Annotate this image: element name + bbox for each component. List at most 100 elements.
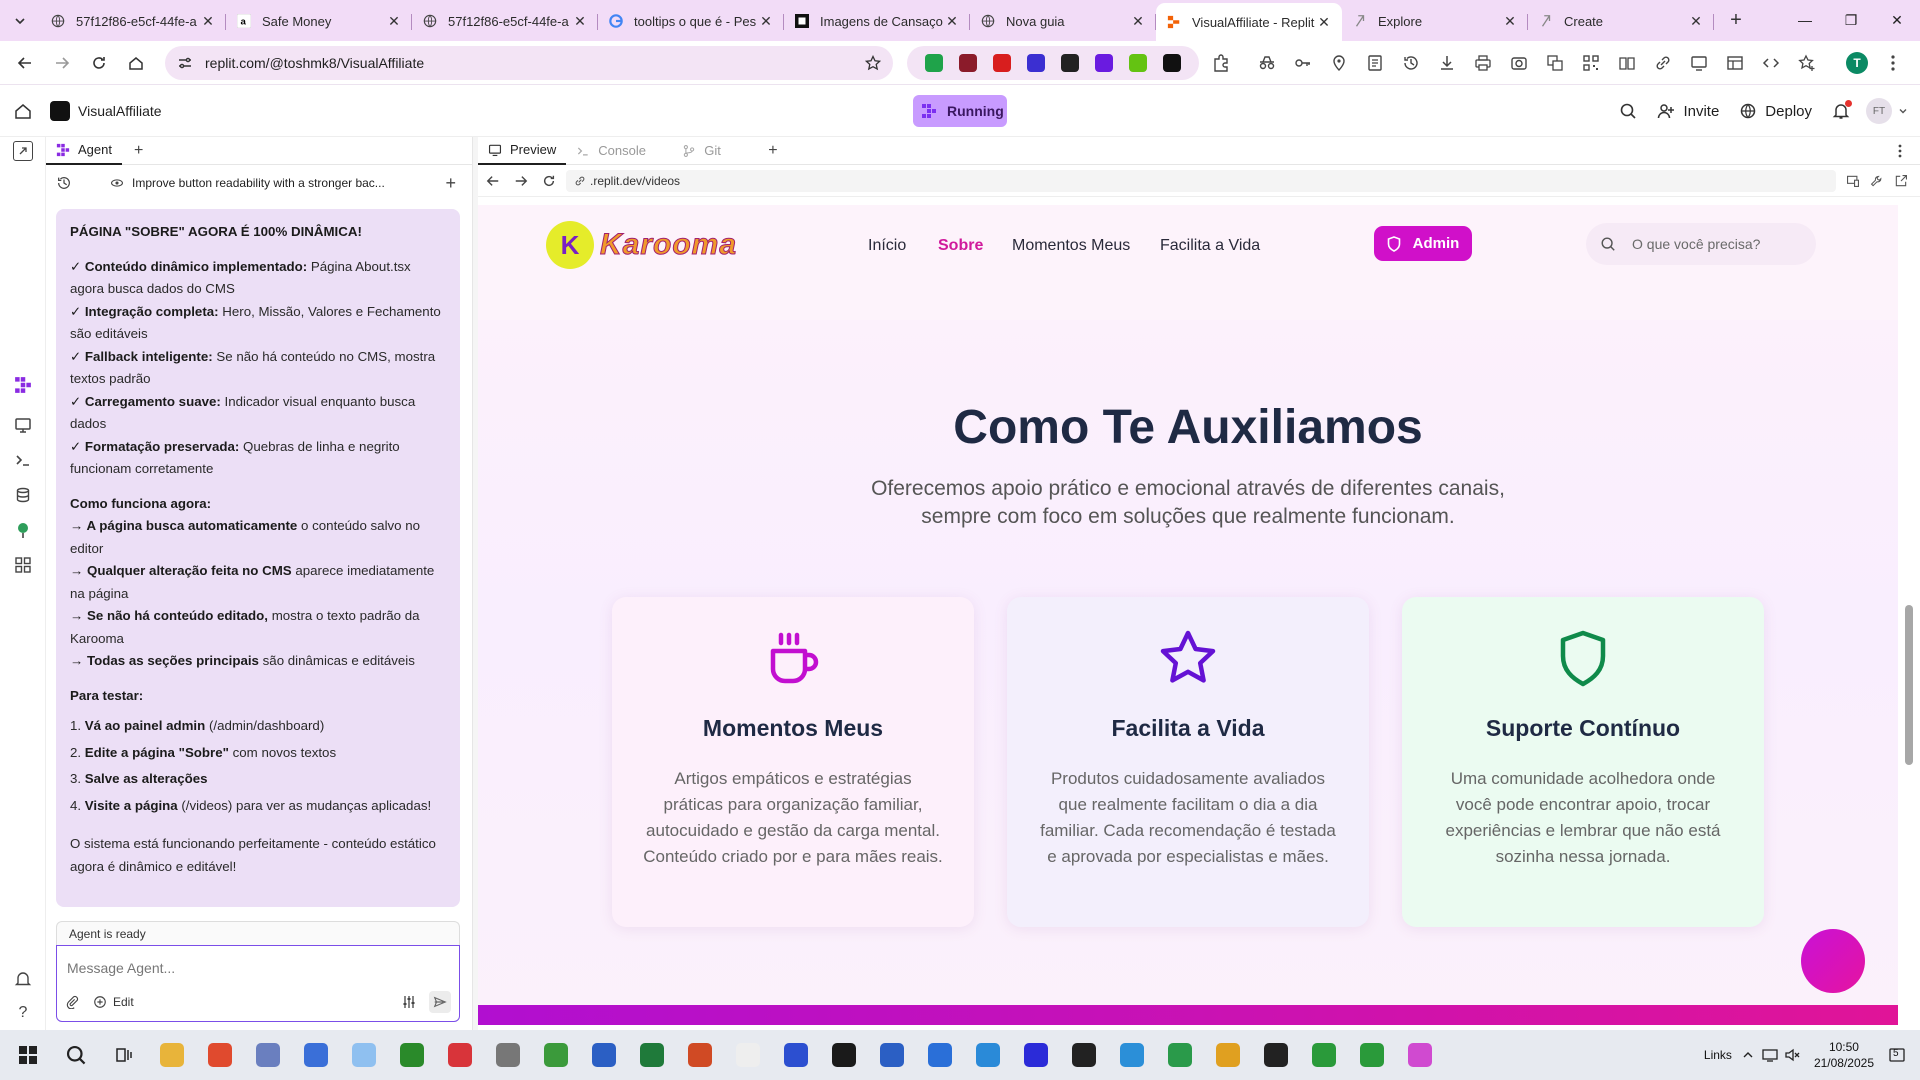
windows-start-icon[interactable] xyxy=(8,1035,48,1075)
tab-search-chevron-icon[interactable] xyxy=(0,0,40,41)
nav-facilita-a-vida[interactable]: Facilita a Vida xyxy=(1160,237,1260,255)
agent-input[interactable]: Message Agent... Edit xyxy=(56,945,460,1022)
nav-inicio[interactable]: Início xyxy=(868,237,906,255)
agent-tool-icon[interactable] xyxy=(13,375,33,395)
taskbar-powerpoint-icon[interactable] xyxy=(680,1035,720,1075)
history-clock-icon[interactable] xyxy=(56,175,72,191)
taskbar-app-icon[interactable] xyxy=(248,1035,288,1075)
system-clock[interactable]: 10:50 21/08/2025 xyxy=(1814,1039,1874,1071)
files-panel-icon[interactable] xyxy=(13,141,33,161)
tab-close-icon[interactable]: ✕ xyxy=(944,13,960,29)
extension-icon[interactable] xyxy=(1027,53,1045,72)
devtools-wrench-icon[interactable] xyxy=(1870,174,1884,188)
qr-code-icon[interactable] xyxy=(1573,54,1609,72)
back-icon[interactable] xyxy=(8,46,42,80)
incognito-icon[interactable] xyxy=(1249,54,1285,72)
browser-tab[interactable]: Explore ✕ xyxy=(1342,4,1528,38)
alerts-bell-icon[interactable] xyxy=(13,969,33,989)
bookmark-star-icon[interactable] xyxy=(865,54,881,71)
taskbar-chrome-icon[interactable] xyxy=(1352,1035,1392,1075)
forward-icon[interactable] xyxy=(45,46,79,80)
browser-tab[interactable]: Imagens de Cansaço ✕ xyxy=(784,4,970,38)
taskbar-powershell-icon[interactable] xyxy=(776,1035,816,1075)
site-logo[interactable]: K Karooma xyxy=(546,221,737,269)
task-view-icon[interactable] xyxy=(104,1035,144,1075)
taskbar-search-icon[interactable] xyxy=(56,1035,96,1075)
all-tools-grid-icon[interactable] xyxy=(13,555,33,575)
run-status-button[interactable]: Running xyxy=(913,95,1007,127)
device-toggle-icon[interactable] xyxy=(1846,174,1860,188)
edit-mode-label[interactable]: Edit xyxy=(113,995,134,1009)
cast-icon[interactable] xyxy=(1681,54,1717,72)
restore-icon[interactable]: ❐ xyxy=(1828,0,1874,40)
taskbar-app-icon[interactable] xyxy=(872,1035,912,1075)
add-tab-button[interactable]: + xyxy=(122,142,155,160)
browser-tab[interactable]: Nova guia ✕ xyxy=(970,4,1156,38)
preview-reload-icon[interactable] xyxy=(542,174,556,188)
address-bar[interactable]: replit.com/@toshmk8/VisualAffiliate xyxy=(165,45,893,80)
taskbar-calculator-icon[interactable] xyxy=(296,1035,336,1075)
tab-preview[interactable]: Preview xyxy=(478,137,567,165)
project-name[interactable]: VisualAffiliate xyxy=(78,103,162,119)
taskbar-app-icon[interactable] xyxy=(200,1035,240,1075)
preview-back-icon[interactable] xyxy=(486,174,500,188)
workspace-more-icon[interactable] xyxy=(1898,144,1902,158)
extension-icon[interactable] xyxy=(1095,53,1113,72)
taskbar-app-icon[interactable] xyxy=(1016,1035,1056,1075)
tray-chevron-up-icon[interactable] xyxy=(1742,1049,1754,1061)
taskbar-terminal-icon[interactable] xyxy=(1064,1035,1104,1075)
home-icon[interactable] xyxy=(119,46,153,80)
extension-icon[interactable] xyxy=(1163,53,1181,72)
nav-momentos-meus[interactable]: Momentos Meus xyxy=(1012,237,1130,255)
extension-icon[interactable] xyxy=(1061,53,1079,72)
history-icon[interactable] xyxy=(1393,54,1429,72)
minimize-icon[interactable]: — xyxy=(1782,0,1828,40)
browser-tab[interactable]: 57f12f86-e5cf-44fe-a ✕ xyxy=(40,4,226,38)
chat-fab-button[interactable] xyxy=(1801,929,1865,993)
scrollbar-thumb[interactable] xyxy=(1905,605,1913,765)
tab-close-icon[interactable]: ✕ xyxy=(572,13,588,29)
tab-agent[interactable]: Agent xyxy=(46,137,122,165)
admin-button[interactable]: Admin xyxy=(1374,226,1472,261)
account-chevron-icon[interactable] xyxy=(1898,106,1908,116)
site-info-icon[interactable] xyxy=(177,55,193,71)
reload-icon[interactable] xyxy=(82,46,116,80)
extension-icon[interactable] xyxy=(1129,53,1147,72)
download-icon[interactable] xyxy=(1429,54,1465,72)
reading-mode-icon[interactable] xyxy=(1609,54,1645,72)
notification-center-icon[interactable]: 5 xyxy=(1888,1046,1906,1064)
tray-links-label[interactable]: Links xyxy=(1704,1048,1732,1062)
browser-tab[interactable]: 57f12f86-e5cf-44fe-a ✕ xyxy=(412,4,598,38)
taskbar-google-drive-icon[interactable] xyxy=(1304,1035,1344,1075)
invite-button[interactable]: Invite xyxy=(1647,95,1729,127)
shell-prompt-icon[interactable] xyxy=(13,450,33,470)
preview-scrollbar[interactable] xyxy=(1898,205,1920,1030)
secrets-tree-icon[interactable] xyxy=(13,520,33,540)
chat-title[interactable]: Improve button readability with a strong… xyxy=(132,176,445,190)
extension-icon[interactable] xyxy=(925,53,943,72)
browser-tab[interactable]: VisualAffiliate - Replit ✕ xyxy=(1156,3,1342,41)
deploy-button[interactable]: Deploy xyxy=(1729,95,1822,127)
volume-muted-icon[interactable] xyxy=(1784,1048,1800,1062)
new-tab-button[interactable]: + xyxy=(1720,4,1752,36)
open-new-window-icon[interactable] xyxy=(1894,174,1908,188)
browser-menu-icon[interactable] xyxy=(1875,54,1911,72)
link-icon[interactable] xyxy=(1645,54,1681,72)
profile-avatar[interactable]: T xyxy=(1839,51,1875,74)
taskbar-app-icon[interactable] xyxy=(440,1035,480,1075)
taskbar-chrome-icon[interactable] xyxy=(1160,1035,1200,1075)
preview-forward-icon[interactable] xyxy=(514,174,528,188)
tab-close-icon[interactable]: ✕ xyxy=(1502,13,1518,29)
taskbar-app-icon[interactable] xyxy=(968,1035,1008,1075)
database-icon[interactable] xyxy=(13,485,33,505)
browser-tab[interactable]: Create ✕ xyxy=(1528,4,1714,38)
card-suporte-continuo[interactable]: Suporte Contínuo Uma comunidade acolhedo… xyxy=(1402,597,1764,927)
taskbar-app-icon[interactable] xyxy=(1208,1035,1248,1075)
print-icon[interactable] xyxy=(1465,54,1501,72)
taskbar-app-icon[interactable] xyxy=(392,1035,432,1075)
extensions-puzzle-icon[interactable] xyxy=(1203,53,1239,72)
taskbar-app-icon[interactable] xyxy=(1256,1035,1296,1075)
card-facilita-a-vida[interactable]: Facilita a Vida Produtos cuidadosamente … xyxy=(1007,597,1369,927)
tab-close-icon[interactable]: ✕ xyxy=(200,13,216,29)
settings-sliders-icon[interactable] xyxy=(401,994,417,1010)
